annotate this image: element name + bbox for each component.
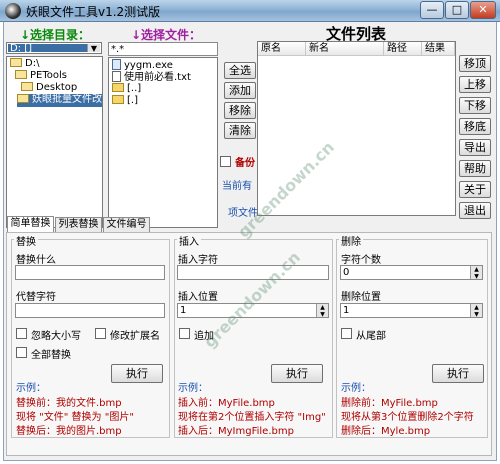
replace-execute-button[interactable]: 执行 xyxy=(111,364,163,383)
file-filter-input[interactable]: *.* xyxy=(108,42,218,56)
from-end-checkbox[interactable] xyxy=(341,328,352,339)
exe-file-icon xyxy=(112,59,121,70)
current-count-label: 当前有 xyxy=(222,181,252,192)
open-folder-icon xyxy=(15,70,27,79)
delete-count-spinner[interactable]: 0 ▲ ▼ xyxy=(340,265,483,280)
column-result[interactable]: 结果 xyxy=(422,42,455,56)
insert-example-line: 插入后：MyImgFile.bmp xyxy=(178,426,294,437)
drive-combobox[interactable]: D: [] ▼ xyxy=(6,42,102,54)
select-file-label: ↓选择文件： xyxy=(131,28,202,42)
tab-file-numbering[interactable]: 文件编号 xyxy=(103,217,150,232)
modify-extension-label: 修改扩展名 xyxy=(110,331,160,342)
minimize-button[interactable]: — xyxy=(420,1,444,19)
tab-simple-replace[interactable]: 简单替换 xyxy=(7,216,54,233)
directory-tree[interactable]: D:\ PETools Desktop 妖眼批量文件改名 xyxy=(6,56,103,228)
ignore-case-checkbox[interactable] xyxy=(16,328,27,339)
spinner-arrows-icon[interactable]: ▲ ▼ xyxy=(316,304,328,318)
replace-what-input[interactable] xyxy=(15,265,165,280)
folder-icon xyxy=(112,83,124,92)
app-eye-icon xyxy=(5,3,21,19)
text-file-icon xyxy=(112,71,121,82)
tree-item-selected-folder[interactable]: 妖眼批量文件改名 xyxy=(17,94,102,107)
replace-all-checkbox[interactable] xyxy=(16,347,27,358)
replace-example-line: 现将 "文件" 替换为 "图片" xyxy=(16,412,134,423)
about-button[interactable]: 关于 xyxy=(459,181,491,198)
move-bottom-button[interactable]: 移底 xyxy=(459,118,491,135)
move-up-button[interactable]: 上移 xyxy=(459,76,491,93)
help-button[interactable]: 帮助 xyxy=(459,160,491,177)
select-all-button[interactable]: 全选 xyxy=(224,62,256,79)
clear-button[interactable]: 清除 xyxy=(224,122,256,139)
exit-button[interactable]: 退出 xyxy=(459,202,491,219)
tree-item-desktop[interactable]: Desktop xyxy=(21,82,77,94)
insert-chars-label: 插入字符 xyxy=(178,255,218,266)
tree-item-petools[interactable]: PETools xyxy=(15,70,67,82)
ignore-case-label: 忽略大小写 xyxy=(31,331,81,342)
column-path[interactable]: 路径 xyxy=(384,42,422,56)
insert-example-line: 插入前：MyFile.bmp xyxy=(178,398,275,409)
insert-execute-button[interactable]: 执行 xyxy=(271,364,323,383)
export-button[interactable]: 导出 xyxy=(459,139,491,156)
open-folder-icon xyxy=(17,94,29,103)
delete-example-line: 删除后：Myle.bmp xyxy=(341,426,431,437)
column-original-name[interactable]: 原名 xyxy=(258,42,306,56)
folder-icon xyxy=(112,95,124,104)
insert-chars-input[interactable] xyxy=(177,265,329,280)
replace-with-input[interactable] xyxy=(15,303,165,318)
backup-label: 备份 xyxy=(235,158,255,169)
column-new-name[interactable]: 新名 xyxy=(306,42,384,56)
delete-example-line: 现将从第3个位置删除2个字符 xyxy=(341,412,474,423)
open-folder-icon xyxy=(21,82,33,91)
title-bar[interactable]: 妖眼文件工具v1.2测试版 — □ ✕ xyxy=(0,0,500,22)
replace-example-line: 替换后：我的图片.bmp xyxy=(16,426,122,437)
insert-position-label: 插入位置 xyxy=(178,292,218,303)
delete-example-line: 删除前：MyFile.bmp xyxy=(341,398,438,409)
spinner-arrows-icon[interactable]: ▲ ▼ xyxy=(470,266,482,280)
backup-checkbox[interactable] xyxy=(220,156,231,167)
open-folder-icon xyxy=(10,58,22,67)
select-directory-label: ↓选择目录： xyxy=(20,28,91,42)
remove-button[interactable]: 移除 xyxy=(224,102,256,119)
window-title: 妖眼文件工具v1.2测试版 xyxy=(26,5,161,19)
insert-position-value: 1 xyxy=(180,305,187,316)
file-item[interactable]: [..] xyxy=(112,83,141,95)
delete-count-label: 字符个数 xyxy=(341,255,381,266)
modify-extension-checkbox[interactable] xyxy=(95,328,106,339)
delete-group-label: 删除 xyxy=(339,233,363,248)
delete-execute-button[interactable]: 执行 xyxy=(432,364,484,383)
drive-value: D: [] xyxy=(8,44,87,54)
tree-item-drive[interactable]: D:\ xyxy=(10,58,39,70)
chevron-down-icon[interactable]: ▼ xyxy=(87,44,100,53)
insert-example-line: 现将在第2个位置插入字符 "Img" xyxy=(178,412,326,423)
delete-count-value: 0 xyxy=(343,267,350,278)
spinner-arrows-icon[interactable]: ▲ ▼ xyxy=(470,304,482,318)
delete-position-spinner[interactable]: 1 ▲ ▼ xyxy=(340,303,483,318)
replace-example-title: 示例： xyxy=(16,383,46,394)
tab-list-replace[interactable]: 列表替换 xyxy=(55,217,102,232)
add-button[interactable]: 添加 xyxy=(224,82,256,99)
insert-example-title: 示例： xyxy=(178,383,208,394)
move-top-button[interactable]: 移顶 xyxy=(459,55,491,72)
append-checkbox[interactable] xyxy=(179,328,190,339)
close-button[interactable]: ✕ xyxy=(470,1,496,19)
replace-group-label: 替换 xyxy=(14,233,38,248)
delete-position-label: 删除位置 xyxy=(341,292,381,303)
insert-group-label: 插入 xyxy=(177,233,201,248)
from-end-label: 从尾部 xyxy=(356,331,386,342)
replace-what-label: 替换什么 xyxy=(16,255,56,266)
delete-example-title: 示例： xyxy=(341,383,371,394)
maximize-button[interactable]: □ xyxy=(445,1,469,19)
replace-all-label: 全部替换 xyxy=(31,350,71,361)
file-item[interactable]: [.] xyxy=(112,95,138,107)
delete-position-value: 1 xyxy=(343,305,350,316)
replace-example-line: 替换前：我的文件.bmp xyxy=(16,398,122,409)
file-list-box[interactable]: yygm.exe 使用前必看.txt [..] [.] xyxy=(108,57,218,228)
move-down-button[interactable]: 下移 xyxy=(459,97,491,114)
replace-with-label: 代替字符 xyxy=(16,292,56,303)
